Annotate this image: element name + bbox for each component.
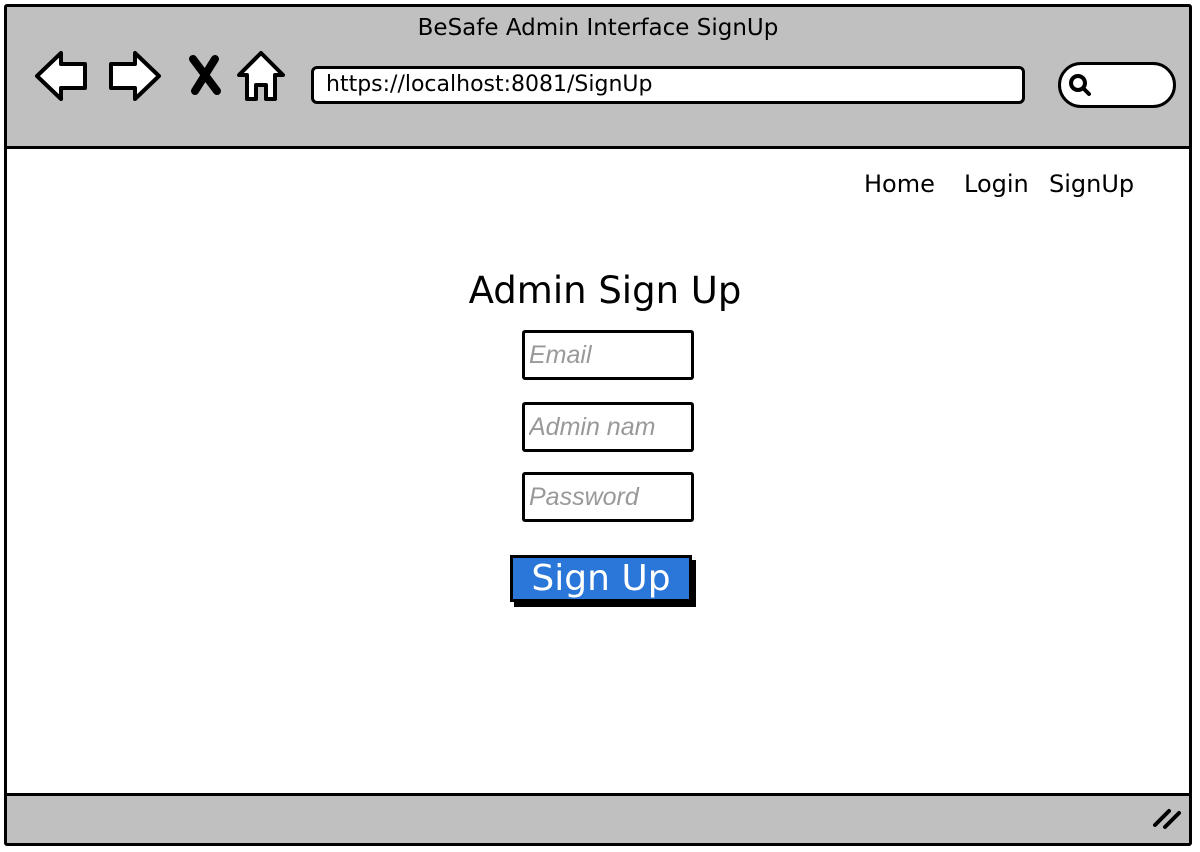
nav-link-login[interactable]: Login	[964, 170, 1029, 198]
email-field[interactable]	[522, 330, 694, 380]
resize-grip-icon[interactable]	[1151, 803, 1183, 835]
forward-arrow-icon[interactable]	[105, 47, 165, 105]
browser-toolbar: BeSafe Admin Interface SignUp https://lo…	[7, 7, 1189, 149]
nav-link-signup[interactable]: SignUp	[1049, 170, 1134, 198]
nav-link-home[interactable]: Home	[864, 170, 935, 198]
window-title: BeSafe Admin Interface SignUp	[417, 15, 779, 41]
page-title: Admin Sign Up	[468, 269, 742, 312]
password-field[interactable]	[522, 472, 694, 522]
browser-search-field[interactable]	[1058, 62, 1176, 108]
browser-window: BeSafe Admin Interface SignUp https://lo…	[4, 4, 1192, 846]
admin-name-field[interactable]	[522, 402, 694, 452]
home-icon[interactable]	[235, 47, 287, 105]
address-bar[interactable]: https://localhost:8081/SignUp	[311, 66, 1025, 104]
close-icon[interactable]	[185, 47, 225, 105]
back-arrow-icon[interactable]	[31, 47, 91, 105]
status-bar	[7, 793, 1189, 843]
sign-up-button[interactable]: Sign Up	[510, 555, 692, 602]
